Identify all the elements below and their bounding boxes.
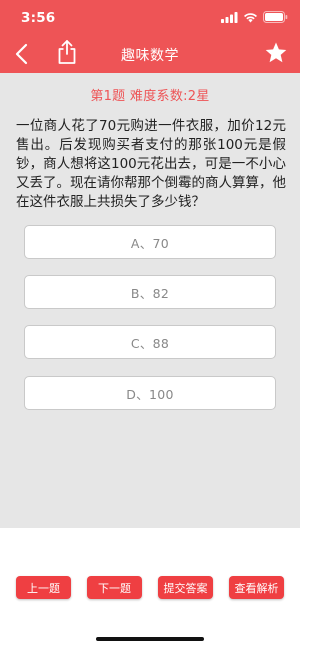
view-analysis-button[interactable]: 查看解析: [229, 576, 284, 599]
nav-bar: 趣味数学: [0, 34, 300, 73]
option-a[interactable]: A、70: [24, 225, 276, 259]
home-indicator: [96, 637, 204, 641]
question-meta: 第1题 难度系数:2星: [90, 89, 210, 104]
status-time: 3:56: [21, 10, 56, 26]
prev-question-button[interactable]: 上一题: [16, 576, 71, 599]
question-text: 一位商人花了70元购进一件衣服，加价12元售出。后发现购买者支付的那张100元是…: [16, 118, 286, 210]
question-area: 第1题 难度系数:2星 一位商人花了70元购进一件衣服，加价12元售出。后发现购…: [0, 73, 300, 528]
app-header: 3:56 趣味数学: [0, 0, 300, 73]
option-b[interactable]: B、82: [24, 275, 276, 309]
option-c[interactable]: C、88: [24, 325, 276, 359]
footer-bar: 上一题 下一题 提交答案 查看解析: [0, 528, 300, 649]
status-bar: 3:56: [0, 0, 300, 34]
wifi-icon: [244, 12, 257, 22]
submit-answer-button[interactable]: 提交答案: [158, 576, 213, 599]
signal-icon: [221, 11, 238, 23]
page-title: 趣味数学: [121, 48, 179, 64]
star-icon[interactable]: [264, 41, 288, 65]
next-question-button[interactable]: 下一题: [87, 576, 142, 599]
option-d[interactable]: D、100: [24, 376, 276, 410]
battery-icon: [263, 11, 288, 23]
status-icons: [221, 11, 288, 23]
